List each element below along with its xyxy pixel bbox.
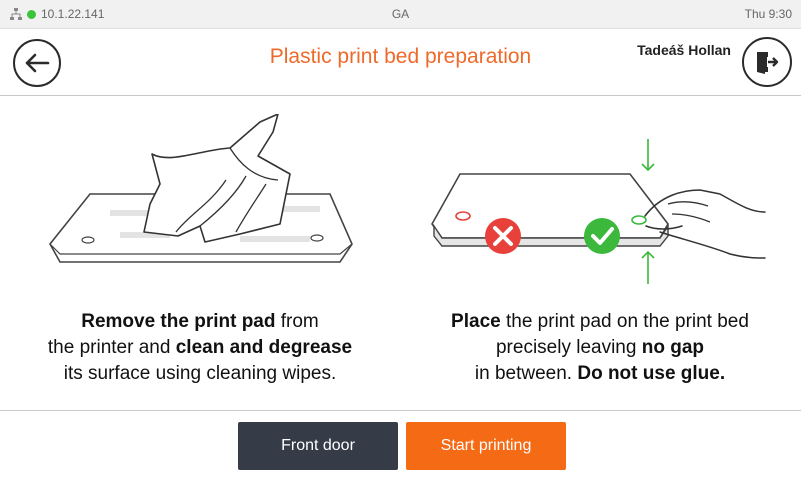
place-print-pad-illustration <box>431 139 766 284</box>
front-door-button[interactable]: Front door <box>238 422 398 470</box>
status-bar: 10.1.22.141 GA Thu 9:30 <box>0 0 801 29</box>
instructions-area: Remove the print pad from the printer an… <box>0 96 801 410</box>
header: Plastic print bed preparation Tadeáš Hol… <box>0 29 801 96</box>
step-remove-pad-text: Remove the print pad from the printer an… <box>10 309 390 387</box>
step1-line1-rest: from <box>275 311 319 332</box>
error-mark-icon <box>485 218 521 254</box>
user-name: Tadeáš Hollan <box>637 42 731 58</box>
step1-line2-bold: clean and degrease <box>175 337 353 358</box>
start-printing-button[interactable]: Start printing <box>406 422 566 470</box>
step2-line2-bold: no gap <box>641 337 705 358</box>
wipe-print-pad-illustration <box>49 114 353 263</box>
step2-bold: Place <box>451 311 501 332</box>
step2-line1-rest: the print pad on the print bed <box>500 311 749 332</box>
step2-line2-pre: precisely leaving <box>495 337 642 358</box>
step1-bold: Remove the print pad <box>81 311 276 332</box>
step-place-pad-text: Place the print pad on the print bed pre… <box>400 309 800 387</box>
step1-line2-pre: the printer and <box>47 337 176 358</box>
status-center-text: GA <box>391 7 410 21</box>
logout-button[interactable] <box>742 37 792 87</box>
ok-check-icon <box>584 218 620 254</box>
clock: Thu 9:30 <box>744 7 792 21</box>
step2-line3-bold: Do not use glue. <box>577 363 726 384</box>
step2-line3-pre: in between. <box>474 363 578 384</box>
footer: Front door Start printing <box>0 410 801 483</box>
step1-line3: its surface using cleaning wipes. <box>63 363 337 384</box>
logout-icon <box>757 52 779 74</box>
